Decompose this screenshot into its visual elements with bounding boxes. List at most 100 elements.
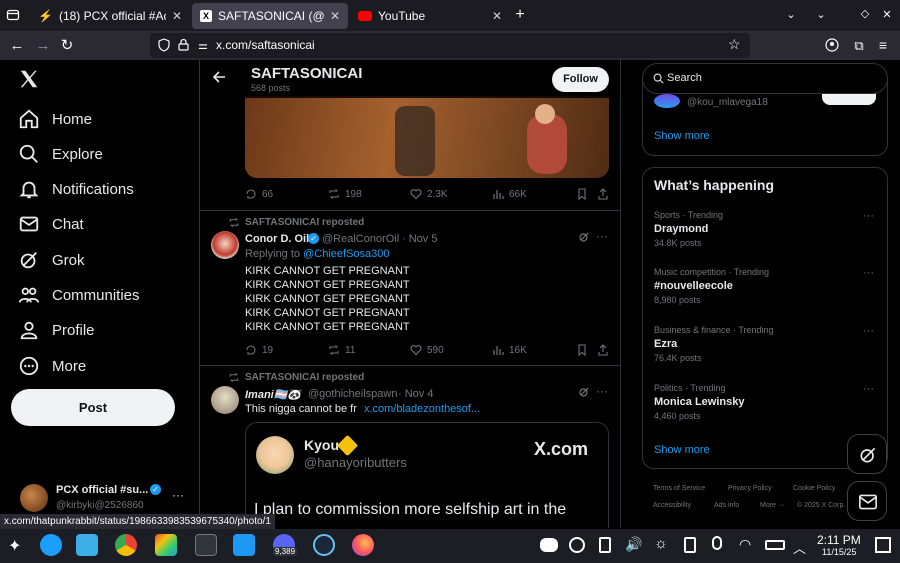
account-icon[interactable] [825, 38, 839, 52]
show-desktop-icon[interactable] [875, 537, 891, 553]
clipboard-icon[interactable] [599, 537, 611, 553]
chevron-down-icon[interactable]: ⌄ [782, 7, 800, 23]
bookmark-star-icon[interactable]: ☆ [728, 36, 741, 53]
trend-item[interactable]: Music competition · Trending #nouvelleec… [654, 267, 879, 317]
sidebar-item-more[interactable]: More [18, 351, 86, 381]
clock-time[interactable]: 2:11 PM [817, 533, 861, 547]
search-box[interactable]: Search [642, 63, 888, 94]
terminal-icon[interactable] [195, 534, 217, 556]
like-button[interactable]: 590 [410, 344, 444, 356]
tab-saftasonicai[interactable]: X SAFTASONICAI (@saftasonicai) ✕ [192, 3, 348, 29]
footer-link[interactable]: Accessibility [653, 502, 691, 509]
avatar[interactable] [211, 386, 239, 414]
more-dots-icon[interactable]: ··· [863, 325, 874, 337]
repost-button[interactable]: 11 [328, 344, 355, 356]
close-tab-icon[interactable]: ✕ [330, 9, 340, 23]
tweet-date[interactable]: · Nov 4 [398, 388, 433, 400]
tweet-author-handle[interactable]: @RealConorOil [322, 233, 399, 245]
close-window-icon[interactable]: ✕ [878, 7, 896, 23]
back-icon[interactable]: ← [8, 38, 26, 54]
tweet-author-name[interactable]: Conor D. Oil [245, 233, 309, 245]
tweet-author-name[interactable]: Imani🏳️‍⚧️🐼 [245, 388, 301, 401]
more-dots-icon[interactable]: ··· [596, 229, 608, 243]
more-dots-icon[interactable]: ··· [172, 488, 184, 502]
url-bar[interactable]: ⚌ x.com/saftasonicai ☆ [150, 33, 750, 58]
sidebar-item-communities[interactable]: Communities [18, 280, 140, 310]
discord-tray-icon[interactable] [540, 538, 558, 552]
footer-link[interactable]: More ··· [760, 502, 785, 509]
menu-icon[interactable]: ≡ [874, 37, 892, 53]
repost-label[interactable]: SAFTASONICAI reposted [245, 372, 364, 383]
more-dots-icon[interactable]: ··· [863, 267, 874, 279]
volume-icon[interactable]: 🔊 [625, 536, 642, 553]
x-logo[interactable] [18, 68, 40, 90]
suggested-avatar[interactable] [654, 94, 680, 108]
tab-youtube[interactable]: YouTube ✕ [350, 3, 510, 29]
package-icon[interactable] [155, 534, 177, 556]
like-button[interactable]: 2.3K [410, 188, 448, 200]
tweet-link[interactable]: x.com/bladezonthesof... [364, 403, 480, 415]
sidebar-item-home[interactable]: Home [18, 104, 92, 134]
tweet[interactable]: SAFTASONICAI reposted Conor D. Oil ✓ @Re… [200, 211, 620, 365]
show-more-link[interactable]: Show more [654, 444, 710, 456]
more-dots-icon[interactable]: ··· [863, 383, 874, 395]
steam-icon[interactable] [40, 534, 62, 556]
share-icon[interactable] [597, 188, 609, 200]
trend-item[interactable]: Politics · Trending Monica Lewinsky 4,46… [654, 383, 879, 433]
quote-tweet-card[interactable]: Kyou @hanayoributters X.com I plan to co… [245, 422, 609, 528]
chevron-up-icon[interactable]: ︿ [793, 538, 806, 557]
repost-button[interactable]: 198 [328, 188, 362, 200]
follow-button[interactable]: Follow [552, 67, 609, 92]
account-switcher[interactable]: PCX official #su... ✓ @kirbyki@2526860 ·… [18, 482, 188, 516]
reload-icon[interactable]: ↻ [58, 38, 76, 54]
sidebar-item-chat[interactable]: Chat [18, 209, 84, 239]
sidebar-item-grok[interactable]: Grok [18, 245, 85, 275]
brightness-icon[interactable]: ☼ [654, 535, 668, 552]
tweet[interactable]: SAFTASONICAI reposted Imani🏳️‍⚧️🐼 @gothi… [200, 366, 620, 528]
microphone-icon[interactable] [712, 536, 722, 550]
footer-link[interactable]: Terms of Service [653, 485, 705, 492]
maximize-icon[interactable]: ◇ [856, 6, 874, 22]
lock-icon[interactable] [178, 38, 189, 51]
bookmark-icon[interactable] [576, 188, 588, 200]
tweet-author-handle[interactable]: @gothicheilspawn [308, 388, 397, 400]
views-button[interactable]: 16K [492, 344, 527, 356]
reply-button[interactable]: 19 [245, 344, 273, 356]
trend-item[interactable]: Sports · Trending Draymond 34.8K posts ·… [654, 210, 879, 260]
site-settings-icon[interactable]: ⚌ [198, 39, 208, 52]
wifi-icon[interactable]: ◠ [739, 536, 751, 553]
battery-icon[interactable] [765, 540, 785, 550]
store-icon[interactable] [233, 534, 255, 556]
forward-icon[interactable]: → [34, 38, 52, 54]
show-more-link[interactable]: Show more [654, 130, 710, 142]
views-button[interactable]: 66K [492, 188, 527, 200]
url-text[interactable]: x.com/saftasonicai [216, 38, 315, 52]
clock-date[interactable]: 11/15/25 [822, 547, 856, 557]
steam-tray-icon[interactable] [569, 537, 585, 553]
share-icon[interactable] [597, 344, 609, 356]
reply-button[interactable]: 66 [245, 188, 273, 200]
more-dots-icon[interactable]: ··· [863, 210, 874, 222]
close-tab-icon[interactable]: ✕ [492, 9, 502, 23]
bookmark-icon[interactable] [576, 344, 588, 356]
shield-icon[interactable] [158, 38, 170, 52]
grok-icon[interactable] [578, 386, 590, 398]
suggested-handle[interactable]: @kou_mlavega18 [687, 97, 768, 108]
repost-label[interactable]: SAFTASONICAI reposted [245, 217, 364, 228]
grok-icon[interactable] [578, 231, 590, 243]
avatar[interactable] [211, 231, 239, 259]
firefox-icon[interactable] [352, 534, 374, 556]
sidebar-item-profile[interactable]: Profile [18, 315, 95, 345]
footer-link[interactable]: Ads info [714, 502, 739, 509]
more-dots-icon[interactable]: ··· [596, 384, 608, 398]
reply-mention-link[interactable]: @ChieefSosa300 [303, 248, 389, 260]
tab-list-icon[interactable] [6, 8, 24, 22]
extensions-icon[interactable]: ⧉ [850, 38, 868, 54]
new-tab-icon[interactable]: + [511, 7, 529, 23]
close-tab-icon[interactable]: ✕ [172, 9, 182, 23]
tab-pcx[interactable]: ⚡ (18) PCX official #Accept ✕ [30, 3, 190, 29]
footer-link[interactable]: Privacy Policy [728, 485, 772, 492]
trend-item[interactable]: Business & finance · Trending Ezra 76.4K… [654, 325, 879, 375]
chrome-icon[interactable] [115, 534, 137, 556]
notes-icon[interactable] [684, 537, 696, 553]
